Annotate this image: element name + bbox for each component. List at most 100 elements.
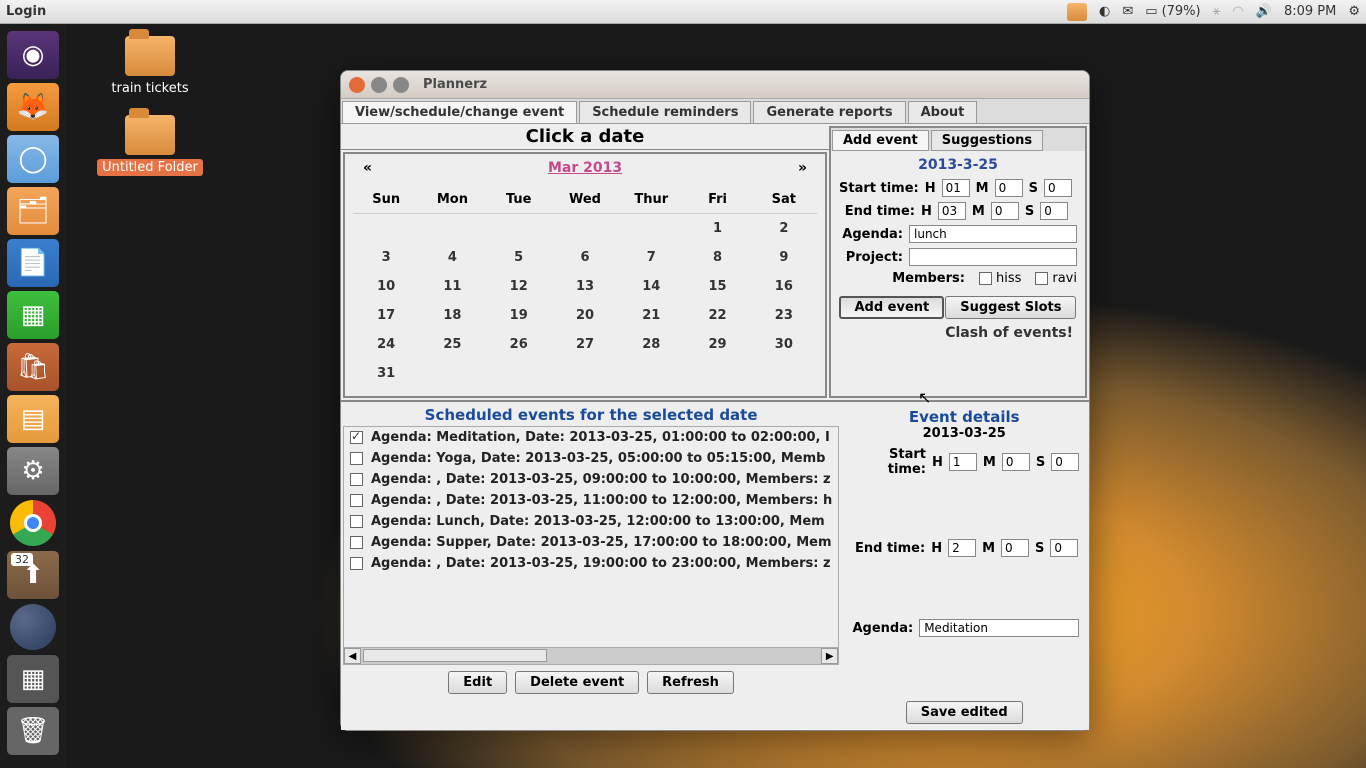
settings-icon[interactable]: ⚙ — [7, 447, 59, 495]
session-icon[interactable]: ⚙ — [1348, 4, 1360, 19]
eclipse-icon[interactable] — [7, 603, 59, 651]
tab-add-event[interactable]: Add event — [832, 130, 929, 151]
event-checkbox[interactable] — [350, 536, 363, 549]
save-edited-button[interactable]: Save edited — [906, 701, 1023, 724]
cal-date[interactable]: 28 — [618, 330, 684, 359]
panel-menu-login[interactable]: Login — [6, 4, 46, 19]
folder-untitled[interactable]: Untitled Folder — [90, 115, 210, 176]
cal-date[interactable]: 10 — [353, 272, 419, 301]
minimize-icon[interactable] — [371, 77, 387, 93]
mail-icon[interactable]: ✉ — [1122, 4, 1133, 19]
cal-date[interactable]: 9 — [751, 243, 817, 272]
start-min-input[interactable] — [995, 179, 1023, 197]
event-item[interactable]: Agenda: Lunch, Date: 2013-03-25, 12:00:0… — [344, 511, 838, 532]
cal-date[interactable]: 30 — [751, 330, 817, 359]
cal-date[interactable]: 17 — [353, 301, 419, 330]
tab-reminders[interactable]: Schedule reminders — [579, 101, 751, 123]
cal-date[interactable]: 25 — [419, 330, 485, 359]
cal-date[interactable]: 12 — [486, 272, 552, 301]
cal-date[interactable]: 26 — [486, 330, 552, 359]
edit-button[interactable]: Edit — [448, 671, 507, 694]
details-agenda-input[interactable] — [919, 619, 1079, 637]
event-item[interactable]: Agenda: Supper, Date: 2013-03-25, 17:00:… — [344, 532, 838, 553]
chrome-icon[interactable] — [7, 499, 59, 547]
indicator-sync-icon[interactable]: ◐ — [1099, 4, 1110, 19]
event-checkbox[interactable] — [350, 515, 363, 528]
suggest-slots-button[interactable]: Suggest Slots — [945, 296, 1076, 319]
tab-about[interactable]: About — [908, 101, 978, 123]
cal-date[interactable]: 29 — [684, 330, 750, 359]
cal-date[interactable]: 15 — [684, 272, 750, 301]
cal-date[interactable]: 19 — [486, 301, 552, 330]
cal-date[interactable]: 16 — [751, 272, 817, 301]
details-start-min-input[interactable] — [1002, 453, 1030, 471]
end-hour-input[interactable] — [938, 202, 966, 220]
firefox-icon[interactable]: 🦊 — [7, 83, 59, 131]
chromium-icon[interactable]: ◯ — [7, 135, 59, 183]
cal-date[interactable]: 24 — [353, 330, 419, 359]
cal-date[interactable]: 7 — [618, 243, 684, 272]
start-hour-input[interactable] — [942, 179, 970, 197]
cal-date[interactable]: 11 — [419, 272, 485, 301]
details-end-hour-input[interactable] — [948, 539, 976, 557]
event-checkbox[interactable] — [350, 494, 363, 507]
horizontal-scrollbar[interactable]: ◀ ▶ — [343, 648, 839, 665]
member-checkbox-hiss[interactable]: hiss — [979, 271, 1021, 286]
delete-event-button[interactable]: Delete event — [515, 671, 639, 694]
folder-train-tickets[interactable]: train tickets — [90, 36, 210, 97]
wifi-icon[interactable]: ◠ — [1232, 4, 1243, 19]
add-event-button[interactable]: Add event — [839, 296, 944, 319]
event-item[interactable]: Agenda: Yoga, Date: 2013-03-25, 05:00:00… — [344, 448, 838, 469]
tab-suggestions[interactable]: Suggestions — [931, 130, 1043, 151]
cal-date[interactable]: 14 — [618, 272, 684, 301]
project-input[interactable] — [909, 248, 1077, 266]
event-item[interactable]: Agenda: Meditation, Date: 2013-03-25, 01… — [344, 427, 838, 448]
cal-date[interactable]: 23 — [751, 301, 817, 330]
calendar-next-button[interactable]: » — [798, 160, 807, 176]
tab-view-schedule[interactable]: View/schedule/change event — [342, 101, 577, 123]
calendar-month-label[interactable]: Mar 2013 — [548, 160, 622, 176]
details-start-hour-input[interactable] — [949, 453, 977, 471]
member-checkbox-ravi[interactable]: ravi — [1035, 271, 1077, 286]
event-checkbox[interactable] — [350, 452, 363, 465]
cal-date[interactable]: 22 — [684, 301, 750, 330]
cal-date[interactable]: 8 — [684, 243, 750, 272]
window-titlebar[interactable]: Plannerz — [341, 71, 1089, 99]
start-sec-input[interactable] — [1044, 179, 1072, 197]
workspace-switcher-icon[interactable]: ▦ — [7, 655, 59, 703]
cal-date[interactable]: 18 — [419, 301, 485, 330]
software-center-icon[interactable]: 🛍 — [7, 343, 59, 391]
trash-icon[interactable]: 🗑 — [7, 707, 59, 755]
sound-icon[interactable]: 🔊 — [1256, 4, 1272, 19]
details-end-min-input[interactable] — [1001, 539, 1029, 557]
close-icon[interactable] — [349, 77, 365, 93]
details-start-sec-input[interactable] — [1051, 453, 1079, 471]
event-checkbox[interactable] — [350, 473, 363, 486]
dash-icon[interactable]: ◉ — [7, 31, 59, 79]
cal-date[interactable]: 13 — [552, 272, 618, 301]
battery-indicator[interactable]: ▭(79%) — [1145, 4, 1200, 19]
bluetooth-icon[interactable]: ⚹ — [1213, 4, 1221, 19]
end-sec-input[interactable] — [1040, 202, 1068, 220]
event-checkbox[interactable] — [350, 557, 363, 570]
cal-date[interactable]: 21 — [618, 301, 684, 330]
files-icon[interactable]: 🗂 — [7, 187, 59, 235]
event-item[interactable]: Agenda: , Date: 2013-03-25, 19:00:00 to … — [344, 553, 838, 574]
event-item[interactable]: Agenda: , Date: 2013-03-25, 09:00:00 to … — [344, 469, 838, 490]
cal-date[interactable]: 3 — [353, 243, 419, 272]
software-updater-icon[interactable]: 32⬆ — [7, 551, 59, 599]
clock[interactable]: 8:09 PM — [1284, 4, 1336, 19]
event-list[interactable]: Agenda: Meditation, Date: 2013-03-25, 01… — [343, 426, 839, 648]
cal-date[interactable]: 20 — [552, 301, 618, 330]
indicator-app-icon[interactable] — [1067, 3, 1087, 21]
end-min-input[interactable] — [991, 202, 1019, 220]
details-end-sec-input[interactable] — [1050, 539, 1078, 557]
event-checkbox[interactable] — [350, 431, 363, 444]
calc-icon[interactable]: ▦ — [7, 291, 59, 339]
cal-date[interactable]: 5 — [486, 243, 552, 272]
impress-icon[interactable]: ▤ — [7, 395, 59, 443]
calendar-prev-button[interactable]: « — [363, 160, 372, 176]
cal-date[interactable]: 2 — [751, 214, 817, 243]
maximize-icon[interactable] — [393, 77, 409, 93]
cal-date[interactable]: 31 — [353, 359, 419, 388]
